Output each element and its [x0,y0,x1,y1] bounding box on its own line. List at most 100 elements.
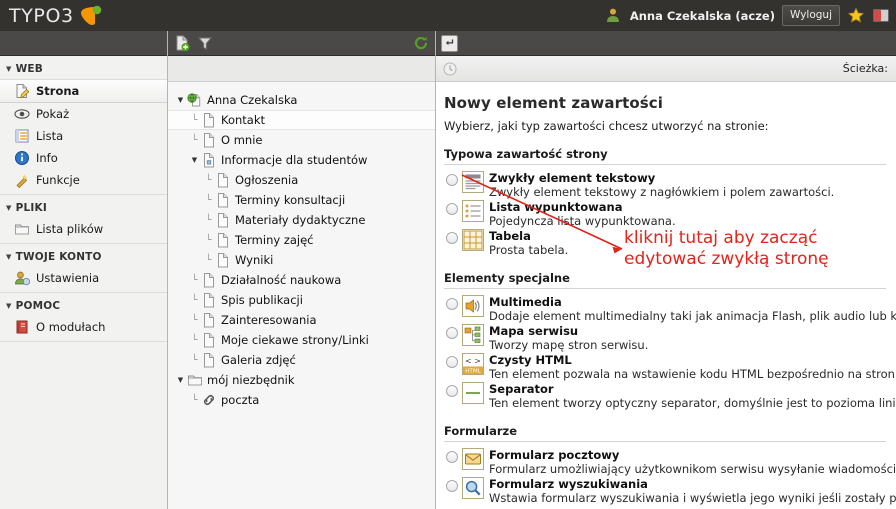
tree-node[interactable]: ▼ mój niezbędnik [168,370,435,390]
book-red-icon [14,319,30,335]
module-group-pomoc[interactable]: ▼ POMOC [0,293,167,316]
content-element-name: Czysty HTML [489,353,572,368]
sidebar-item-label: O modułach [36,320,106,334]
section-title: Elementy specjalne [444,271,570,286]
tree-node[interactable]: └ Zainteresowania [168,310,435,330]
content-element-option[interactable]: Formularz pocztowy Formularz umożliwiając… [444,448,896,477]
content-element-name: Tabela [489,229,531,244]
clock-icon[interactable] [442,61,458,77]
tree-node[interactable]: └ Terminy konsultacji [168,190,435,210]
folder-icon [187,372,203,388]
content-element-radio[interactable] [446,298,458,311]
tree-node[interactable]: ▼ Informacje dla studentów [168,150,435,170]
content-element-radio[interactable] [446,203,458,216]
page-title: Nowy element zawartości [444,94,664,112]
content-element-description: Zwykły element tekstowy z nagłówkiem i p… [489,185,835,200]
filter-funnel-icon[interactable] [197,35,213,51]
page-tree-subbar [168,56,435,82]
content-element-radio[interactable] [446,327,458,340]
content-element-option[interactable]: Multimedia Dodaje element multimedialny t… [444,295,896,324]
content-element-sections: Typowa zawartość strony Zwykły element te… [444,147,896,509]
tree-collapse-toggle[interactable]: ▼ [188,156,201,164]
page-icon [201,292,217,308]
page-edit-icon [14,83,30,99]
book-icon[interactable] [872,7,890,25]
tree-node[interactable]: └ Działalność naukowa [168,270,435,290]
star-icon[interactable] [847,6,865,25]
sidebar-item-ustawienia[interactable]: Ustawienia [0,267,167,289]
user-settings-icon [14,270,30,286]
user-area: Anna Czekalska (acze) Wyloguj [605,5,896,26]
sidebar-item-lista[interactable]: Lista [0,125,167,147]
divider-icon [462,382,484,405]
content-element-option[interactable]: < > HTML Czysty HTML Ten element pozwala na… [444,353,896,382]
tree-node[interactable]: └ Galeria zdjęć [168,350,435,370]
go-back-icon[interactable] [441,34,458,52]
user-name: Anna Czekalska (acze) [629,8,775,23]
sidebar-item-lista-plików[interactable]: Lista plików [0,218,167,240]
typo3-logo-icon [78,5,102,27]
content-element-radio[interactable] [446,385,458,398]
content-element-description: Ten element tworzy optyczny separator, d… [489,396,896,411]
content-element-option[interactable]: Zwykły element tekstowy Zwykły element te… [444,171,886,200]
tree-node[interactable]: └ O mnie [168,130,435,150]
module-group-twoje-konto[interactable]: ▼ TWOJE KONTO [0,244,167,267]
content-element-option[interactable]: Formularz wyszukiwania Wstawia formularz … [444,477,896,506]
tree-node-label: Materiały dydaktyczne [235,213,366,227]
content-element-text: Czysty HTML Ten element pozwala na wstawi… [489,353,896,381]
content-element-radio[interactable] [446,356,458,369]
tree-node-label: O mnie [221,133,263,147]
module-group-web[interactable]: ▼ WEB [0,56,167,79]
sidebar-item-o-modułach[interactable]: O modułach [0,316,167,338]
logout-button[interactable]: Wyloguj [782,5,840,26]
sidebar-item-strona[interactable]: Strona [0,79,167,103]
content-element-option[interactable]: Separator Ten element tworzy optyczny sep… [444,382,896,411]
tree-node[interactable]: ▼ Anna Czekalska [168,90,435,110]
tree-node[interactable]: └ Spis publikacji [168,290,435,310]
chevron-down-icon: ▼ [6,252,12,261]
content-element-option[interactable]: Lista wypunktowana Pojedyncza lista wypun… [444,200,886,229]
content-element-radio[interactable] [446,480,458,493]
refresh-icon[interactable] [413,35,429,51]
content-element-option[interactable]: Mapa serwisu Tworzy mapę stron serwisu. [444,324,886,353]
tree-node-label: Moje ciekawe strony/Linki [221,333,369,347]
sidebar-item-pokaż[interactable]: Pokaż [0,103,167,125]
tree-collapse-toggle[interactable]: ▼ [174,376,187,384]
bullet-list-icon [462,200,484,223]
tree-node[interactable]: └ poczta [168,390,435,410]
tree-node-label: Galeria zdjęć [221,353,296,367]
new-page-icon[interactable] [174,35,190,51]
content-element-description: Prosta tabela. [489,243,569,258]
tree-node[interactable]: └ Materiały dydaktyczne [168,210,435,230]
svg-text:HTML: HTML [465,369,481,375]
module-menu: ▼ WEB Strona Pokaż Lista Info Funkcje ▼ PLIKI Lis… [0,31,168,509]
content-element-list: Zwykły element tekstowy Zwykły element te… [444,171,886,258]
tree-node-label: Anna Czekalska [207,93,298,107]
content-element-radio[interactable] [446,451,458,464]
content-element-option[interactable]: Tabela Prosta tabela. [444,229,886,258]
info-icon [14,150,30,166]
sidebar-item-funkcje[interactable]: Funkcje [0,169,167,191]
tree-node[interactable]: └ Wyniki [168,250,435,270]
tree-collapse-toggle[interactable]: ▼ [174,96,187,104]
content-element-radio[interactable] [446,232,458,245]
content-element-description: Formularz umożliwiający użytkownikom ser… [489,462,896,477]
chevron-down-icon: ▼ [6,301,12,310]
tree-node[interactable]: └ Moje ciekawe strony/Linki [168,330,435,350]
tree-node-label: Terminy konsultacji [235,193,346,207]
tree-branch-line: └ [191,134,198,146]
content-element-name: Separator [489,382,554,397]
sidebar-item-info[interactable]: Info [0,147,167,169]
module-group-pliki[interactable]: ▼ PLIKI [0,195,167,218]
page-icon [201,312,217,328]
section-title: Formularze [444,424,517,439]
page-icon [215,172,231,188]
content-element-radio[interactable] [446,174,458,186]
tree-node[interactable]: └ Ogłoszenia [168,170,435,190]
tree-node-label: Ogłoszenia [235,173,299,187]
tree-branch-line: └ [191,394,198,406]
logo-text: TYPO3 [9,4,74,27]
tree-node[interactable]: └ Kontakt [168,110,435,130]
tree-node[interactable]: └ Terminy zajęć [168,230,435,250]
logo[interactable]: TYPO3 [0,5,168,27]
